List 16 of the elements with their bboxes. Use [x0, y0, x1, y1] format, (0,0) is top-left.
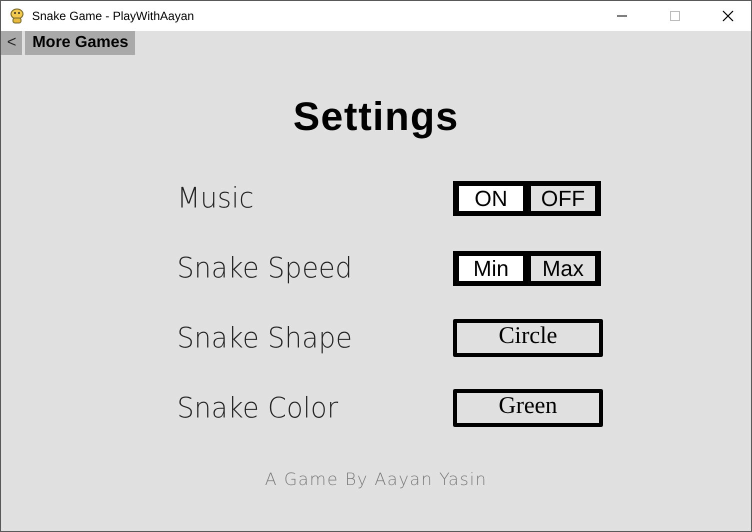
toggle-option[interactable]: Max — [531, 256, 595, 280]
toggle-option[interactable]: OFF — [531, 186, 595, 210]
window-title: Snake Game - PlayWithAayan — [32, 9, 196, 23]
settings-heading: Settings — [293, 95, 459, 140]
credits-text: A Game By Aayan Yasin — [264, 470, 488, 490]
toggle-option[interactable]: Min — [459, 256, 523, 280]
more-games-button[interactable]: More Games — [25, 31, 136, 55]
setting-label: Snake Speed — [177, 252, 354, 284]
toggle-option[interactable]: ON — [459, 186, 523, 210]
setting-label: Snake Shape — [177, 322, 354, 354]
back-button[interactable]: < — [1, 31, 22, 55]
close-icon[interactable] — [722, 10, 734, 22]
setting-label: Music — [177, 182, 255, 214]
setting-label: Snake Color — [177, 392, 340, 424]
option-button[interactable]: Circle — [453, 319, 603, 357]
option-button[interactable]: Green — [453, 389, 603, 427]
